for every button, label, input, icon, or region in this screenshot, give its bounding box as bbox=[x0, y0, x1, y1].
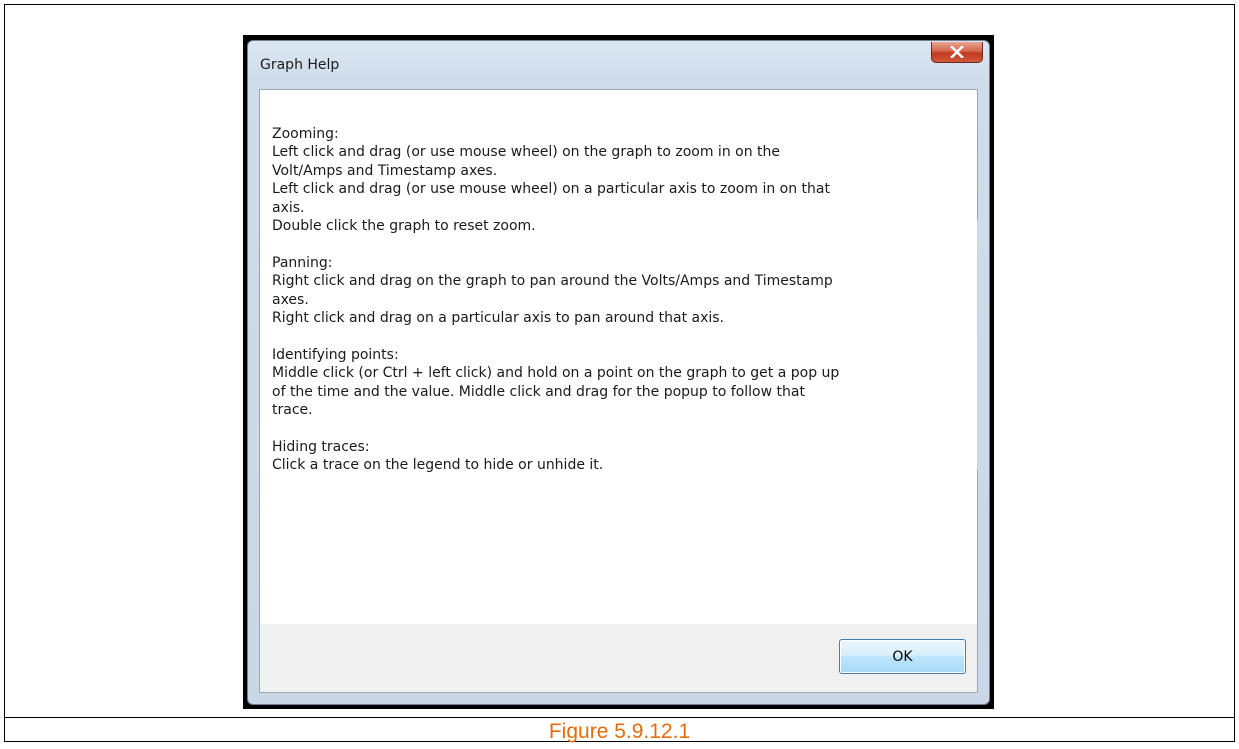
help-line: trace. bbox=[272, 402, 313, 419]
close-button[interactable] bbox=[931, 42, 983, 63]
help-line: Middle click (or Ctrl + left click) and … bbox=[272, 365, 840, 382]
help-line: Volt/Amps and Timestamp axes. bbox=[272, 162, 498, 179]
help-line: axis. bbox=[272, 199, 305, 216]
section-heading: Panning: bbox=[272, 254, 333, 271]
section-heading: Hiding traces: bbox=[272, 438, 370, 455]
graph-help-dialog: Graph Help Zooming: Left click and drag … bbox=[243, 35, 994, 709]
help-line: Right click and drag on a particular axi… bbox=[272, 310, 725, 327]
help-text: Zooming: Left click and drag (or use mou… bbox=[272, 125, 912, 493]
help-line: Double click the graph to reset zoom. bbox=[272, 218, 536, 235]
section-heading: Identifying points: bbox=[272, 346, 399, 363]
section-heading: Zooming: bbox=[272, 126, 339, 142]
close-x-icon bbox=[950, 46, 964, 58]
panning-section: Panning: Right click and drag on the gra… bbox=[272, 254, 912, 328]
figure-caption: Figure 5.9.12.1 bbox=[548, 720, 691, 743]
help-line: Left click and drag (or use mouse wheel)… bbox=[272, 144, 781, 161]
zooming-section: Zooming: Left click and drag (or use mou… bbox=[272, 125, 912, 235]
dialog-title: Graph Help bbox=[260, 57, 340, 73]
help-line: Click a trace on the legend to hide or u… bbox=[272, 457, 604, 474]
help-line: of the time and the value. Middle click … bbox=[272, 383, 805, 400]
dialog-titlebar[interactable]: Graph Help bbox=[248, 41, 989, 87]
ok-button[interactable]: OK bbox=[839, 639, 966, 674]
identifying-points-section: Identifying points: Middle click (or Ctr… bbox=[272, 346, 912, 420]
button-bar: OK bbox=[260, 624, 977, 692]
help-line: Right click and drag on the graph to pan… bbox=[272, 273, 833, 290]
dialog-content: Zooming: Left click and drag (or use mou… bbox=[259, 89, 978, 693]
edge-highlight bbox=[977, 220, 978, 470]
help-line: Left click and drag (or use mouse wheel)… bbox=[272, 181, 830, 198]
dialog-window-frame: Graph Help Zooming: Left click and drag … bbox=[247, 40, 990, 705]
frame-divider bbox=[5, 717, 1234, 718]
hiding-traces-section: Hiding traces: Click a trace on the lege… bbox=[272, 438, 912, 475]
help-line: axes. bbox=[272, 291, 309, 308]
